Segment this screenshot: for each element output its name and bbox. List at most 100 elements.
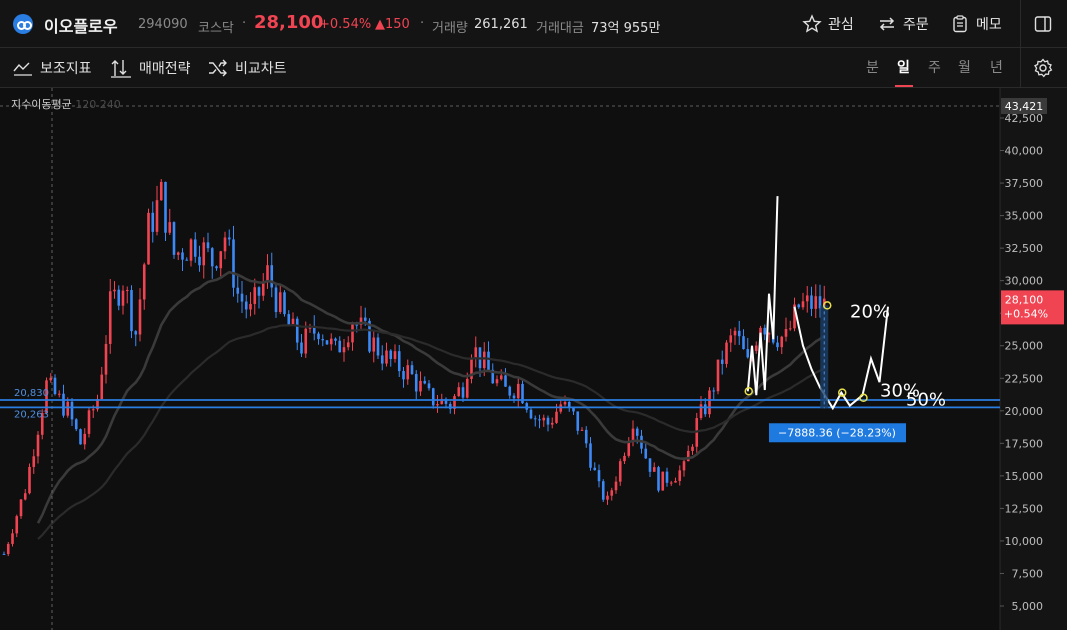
candle-body xyxy=(487,351,490,370)
order-label: 주문 xyxy=(903,17,929,33)
y-tick-label: 10,000 xyxy=(1005,535,1044,548)
candle-body xyxy=(708,390,711,415)
candle-body xyxy=(202,242,206,266)
candle-body xyxy=(236,287,240,294)
candle-body xyxy=(36,434,40,457)
candle-body xyxy=(151,212,155,232)
period-minute-tab[interactable]: 분 xyxy=(866,57,879,77)
clipboard-icon xyxy=(953,15,967,33)
candle-body xyxy=(168,222,172,233)
gear-icon xyxy=(1034,58,1053,78)
candle-body xyxy=(427,383,431,389)
candle-body xyxy=(257,287,261,296)
y-tick-label: 15,000 xyxy=(1005,470,1044,483)
candle-body xyxy=(648,458,652,472)
memo-button[interactable]: 메모 xyxy=(950,12,1002,36)
candle-body xyxy=(138,299,142,335)
panel-toggle-button[interactable] xyxy=(1033,12,1053,36)
candle-body xyxy=(593,467,597,471)
y-tick-label: 12,500 xyxy=(1005,502,1044,515)
candle-body xyxy=(325,340,329,345)
candle-body xyxy=(797,304,801,308)
y-tick-label: 22,500 xyxy=(1005,372,1044,385)
candle-body xyxy=(134,331,138,335)
strategy-button[interactable]: 매매전략 xyxy=(110,58,191,78)
candle-body xyxy=(23,493,27,500)
candle-body xyxy=(62,393,65,416)
shuffle-icon xyxy=(209,59,227,77)
candle-body xyxy=(801,301,805,308)
candle-body xyxy=(2,553,6,555)
y-tick-label: 25,000 xyxy=(1005,340,1044,353)
y-tick-label: 37,500 xyxy=(1005,177,1044,190)
candle-body xyxy=(788,328,792,330)
candle-body xyxy=(555,411,558,423)
volume-value: 261,261 xyxy=(474,17,528,32)
candle-body xyxy=(814,296,818,309)
sidebar-panel-icon xyxy=(1034,16,1052,32)
period-day-tab[interactable]: 일 xyxy=(897,57,910,77)
period-week-tab[interactable]: 주 xyxy=(928,57,941,77)
candle-body xyxy=(321,339,325,341)
candle-body xyxy=(376,337,380,356)
indicators-button[interactable]: 보조지표 xyxy=(13,58,92,78)
amount-label: 거래대금 xyxy=(536,21,584,36)
candle-body xyxy=(287,314,291,326)
y-tick-label: 35,000 xyxy=(1005,210,1044,223)
candle-body xyxy=(176,252,180,255)
candle-body xyxy=(87,410,91,434)
y-tick-label: 20,000 xyxy=(1005,405,1044,418)
candle-body xyxy=(538,419,541,421)
period-month-tab[interactable]: 월 xyxy=(958,57,971,77)
candle-body xyxy=(712,390,716,392)
candle-body xyxy=(317,333,320,340)
separator-dot: · xyxy=(242,16,247,31)
measure-label: −7888.36 (−28.23%) xyxy=(778,426,896,439)
candle-body xyxy=(270,265,274,288)
candle-body xyxy=(618,461,622,482)
candle-body xyxy=(414,374,418,392)
candle-body xyxy=(372,337,376,352)
toolbar-divider xyxy=(1020,48,1021,88)
candle-body xyxy=(53,377,57,395)
candle-body xyxy=(465,378,469,398)
candle-body xyxy=(576,411,580,431)
price-chart[interactable]: 42,50040,00037,50035,00032,50030,00027,5… xyxy=(0,88,1067,630)
candle-body xyxy=(117,289,121,306)
plot-area xyxy=(0,88,1000,630)
percent-annotation: 50% xyxy=(906,390,946,411)
change-amount: ▲150 xyxy=(375,17,410,32)
candle-body xyxy=(351,324,354,343)
candle-body xyxy=(402,371,405,380)
stock-name[interactable]: 이오플로우 xyxy=(44,13,118,37)
amount-value: 73억 955만 xyxy=(591,21,661,36)
measure-box xyxy=(820,305,829,409)
period-year-tab[interactable]: 년 xyxy=(990,57,1003,77)
candle-body xyxy=(261,281,265,296)
watch-button[interactable]: 관심 xyxy=(802,12,854,36)
candle-body xyxy=(499,375,503,380)
candle-body xyxy=(164,181,167,233)
candle-body xyxy=(249,303,252,310)
candle-body xyxy=(223,237,227,252)
candle-body xyxy=(193,239,197,257)
candle-body xyxy=(15,516,19,534)
order-button[interactable]: 주문 xyxy=(877,12,929,36)
candle-body xyxy=(304,328,308,354)
candle-body xyxy=(342,347,346,353)
current-price: 28,100 xyxy=(254,12,324,33)
candle-body xyxy=(691,446,694,451)
candle-body xyxy=(737,330,741,337)
candle-body xyxy=(482,351,486,369)
chart-settings-button[interactable] xyxy=(1033,58,1053,78)
compare-button[interactable]: 비교차트 xyxy=(208,58,287,78)
candle-body xyxy=(385,350,388,364)
volume-label: 거래량 xyxy=(432,21,468,36)
candle-body xyxy=(542,417,546,421)
candle-body xyxy=(657,467,660,491)
watch-label: 관심 xyxy=(828,17,854,33)
stock-code: 294090 xyxy=(138,17,188,32)
candle-body xyxy=(419,380,422,392)
candle-body xyxy=(274,287,278,313)
candle-body xyxy=(32,456,36,467)
